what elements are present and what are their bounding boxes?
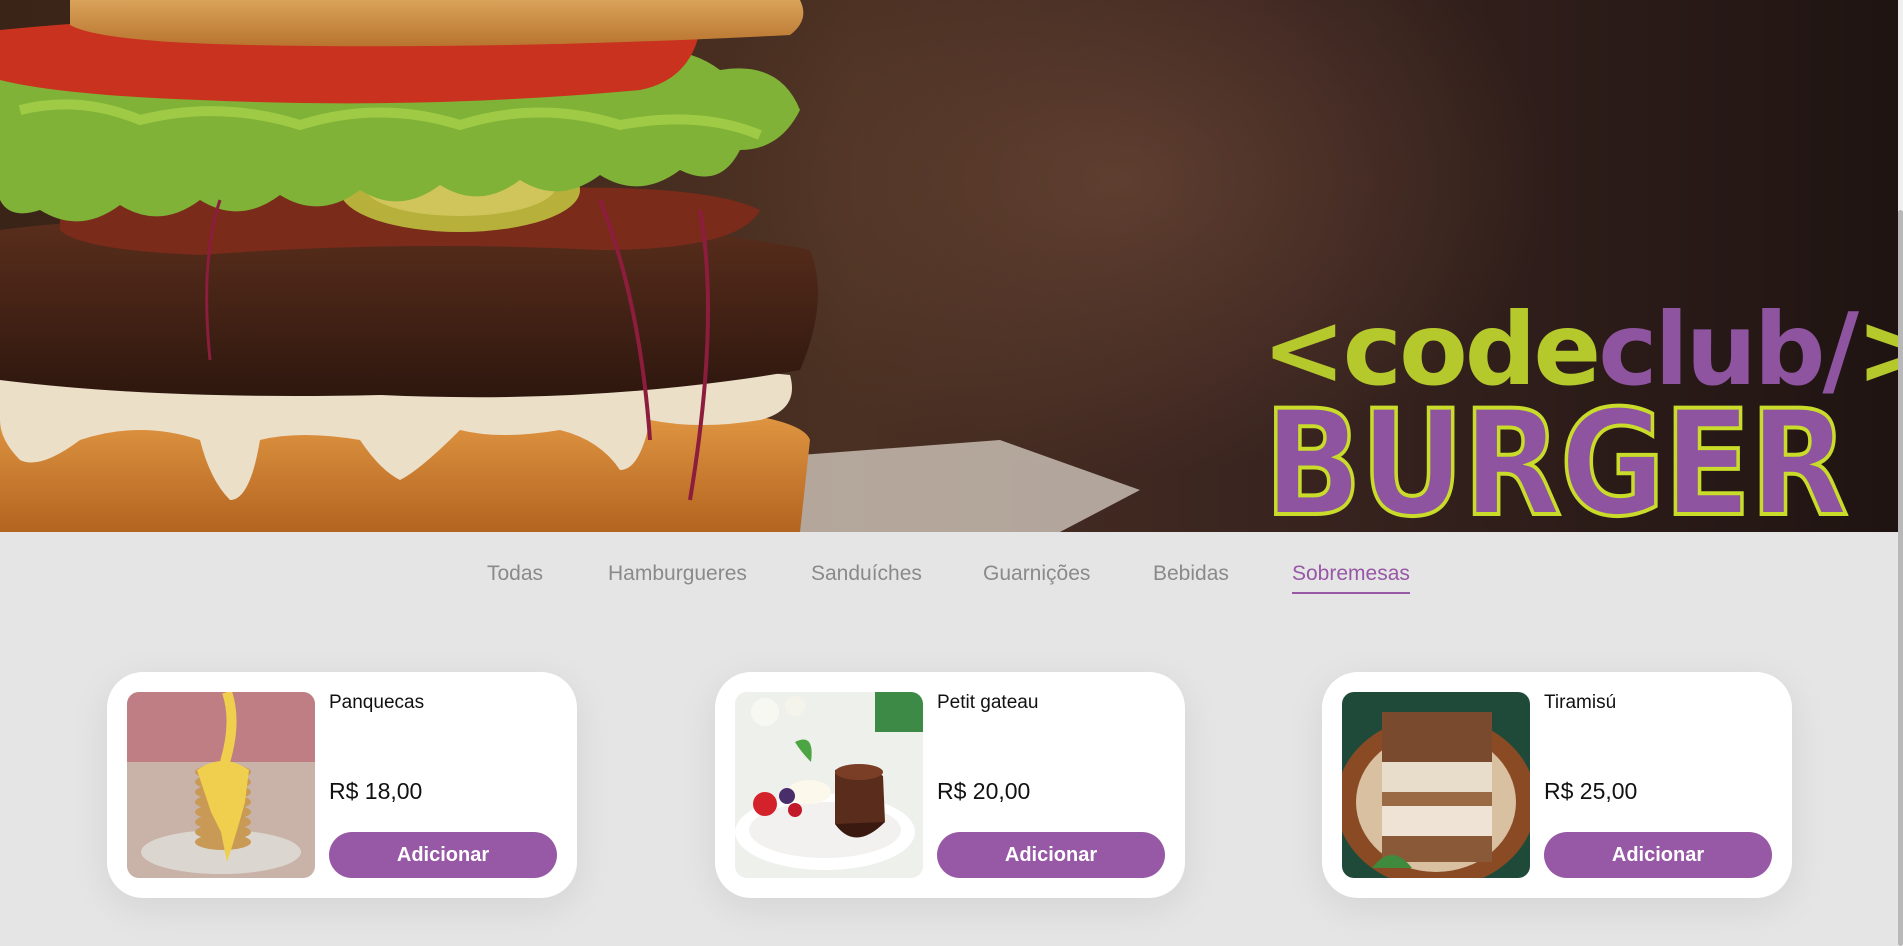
product-name: Panquecas (329, 692, 425, 713)
pancakes-image (127, 692, 315, 878)
tab-hamburgueres[interactable]: Hamburgueres (608, 562, 747, 586)
add-to-cart-button[interactable]: Adicionar (937, 832, 1165, 878)
product-name: Petit gateau (937, 692, 1039, 713)
product-price: R$ 25,00 (1544, 778, 1638, 804)
product-name: Tiramisú (1544, 692, 1617, 713)
product-card: Panquecas R$ 18,00 Adicionar (107, 672, 577, 898)
tab-todas[interactable]: Todas (487, 562, 543, 586)
tab-bebidas[interactable]: Bebidas (1153, 562, 1229, 586)
category-tabs: Todas Hamburgueres Sanduíches Guarnições… (0, 562, 1898, 602)
logo-burger: BURGER (1262, 379, 1850, 532)
add-to-cart-button[interactable]: Adicionar (329, 832, 557, 878)
codeclub-burger-logo: <codeclub/> BURGER (1262, 300, 1898, 533)
tab-sobremesas[interactable]: Sobremesas (1292, 562, 1410, 594)
logo-gt: > (1856, 291, 1898, 408)
petit-gateau-image (735, 692, 923, 878)
tiramisu-image (1342, 692, 1530, 878)
scrollbar-thumb[interactable] (1898, 210, 1903, 946)
hero-banner: <codeclub/> BURGER (0, 0, 1898, 532)
tab-guarnicoes[interactable]: Guarnições (983, 562, 1090, 586)
product-card: Petit gateau R$ 20,00 Adicionar (715, 672, 1185, 898)
product-price: R$ 18,00 (329, 778, 423, 804)
product-card: Tiramisú R$ 25,00 Adicionar (1322, 672, 1792, 898)
add-to-cart-button[interactable]: Adicionar (1544, 832, 1772, 878)
product-price: R$ 20,00 (937, 778, 1031, 804)
tab-sanduiches[interactable]: Sanduíches (811, 562, 922, 586)
